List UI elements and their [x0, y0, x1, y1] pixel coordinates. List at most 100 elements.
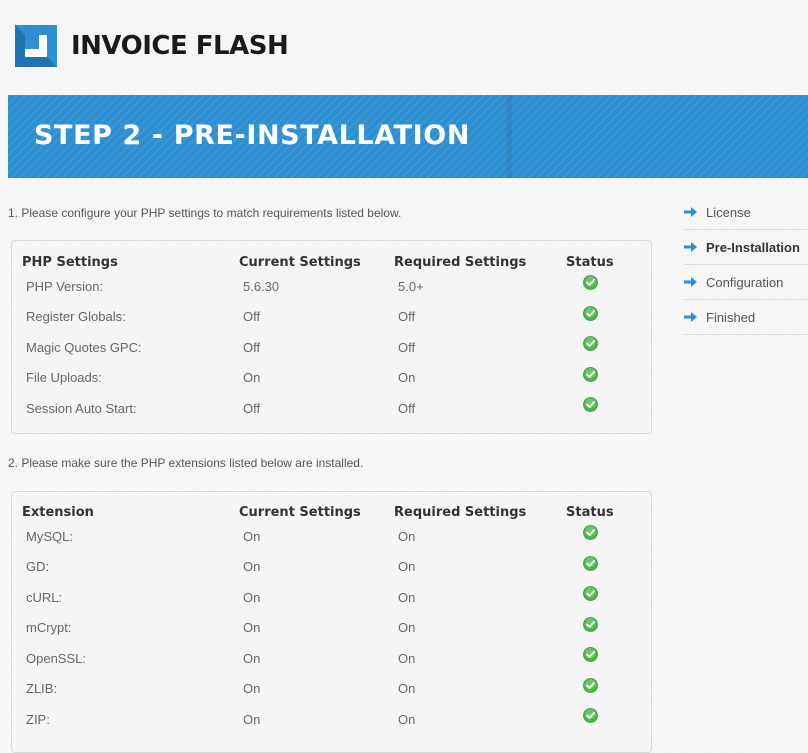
php-settings-instruction: 1. Please configure your PHP settings to… — [8, 206, 402, 220]
check-circle-icon — [583, 336, 598, 352]
logo-icon — [15, 25, 57, 67]
check-circle-icon — [583, 366, 598, 382]
extension-name: GD: — [26, 559, 50, 575]
setting-required: Off — [398, 400, 416, 416]
page-title: STEP 2 - PRE-INSTALLATION — [34, 120, 471, 151]
extension-current: On — [243, 711, 261, 727]
check-circle-icon — [583, 708, 598, 724]
extension-name: ZIP: — [26, 711, 50, 727]
status-cell — [543, 521, 651, 552]
extension-current: On — [243, 559, 261, 575]
extension-required: On — [398, 559, 416, 575]
status-cell — [543, 363, 651, 394]
status-cell — [543, 674, 651, 705]
check-circle-icon — [583, 305, 598, 321]
extension-current: On — [243, 681, 261, 697]
php-extensions-instruction: 2. Please make sure the PHP extensions l… — [8, 456, 364, 470]
status-cell — [543, 613, 651, 644]
extension-name: OpenSSL: — [26, 650, 86, 666]
setting-current: Off — [243, 400, 261, 416]
setting-current: 5.6.30 — [243, 278, 280, 294]
setting-name: Register Globals: — [26, 309, 126, 325]
step-configuration[interactable]: Configuration — [684, 265, 808, 300]
extension-required: On — [398, 589, 416, 605]
header-current-settings: Current Settings — [239, 504, 361, 520]
header-required-settings: Required Settings — [394, 504, 527, 520]
step-banner: STEP 2 - PRE-INSTALLATION — [8, 95, 808, 178]
logo-text: INVOICE FLASH — [71, 31, 289, 61]
extension-current: On — [243, 650, 261, 666]
setting-current: On — [243, 370, 261, 386]
extension-name: cURL: — [26, 589, 63, 605]
extension-required: On — [398, 650, 416, 666]
header-php-settings: PHP Settings — [22, 254, 118, 270]
step-label: License — [706, 204, 751, 220]
check-circle-icon — [583, 677, 598, 693]
arrow-right-icon — [684, 207, 698, 217]
header-extension: Extension — [22, 504, 94, 520]
status-cell — [543, 332, 651, 363]
extension-current: On — [243, 528, 261, 544]
php-extensions-panel: Extension Current Settings Required Sett… — [11, 491, 652, 753]
php-extensions-table: Extension Current Settings Required Sett… — [12, 503, 651, 735]
banner-divider — [506, 95, 512, 178]
table-row: Register Globals: Off Off — [12, 302, 651, 333]
header-status: Status — [566, 254, 614, 270]
status-cell — [543, 552, 651, 583]
table-row: ZIP: On On — [12, 704, 651, 735]
status-cell — [543, 302, 651, 333]
extension-name: ZLIB: — [26, 681, 58, 697]
setting-required: Off — [398, 309, 416, 325]
arrow-right-icon — [684, 242, 698, 252]
check-circle-icon — [583, 525, 598, 541]
app-logo[interactable]: INVOICE FLASH — [15, 25, 289, 67]
table-row: PHP Version: 5.6.30 5.0+ — [12, 271, 651, 302]
check-circle-icon — [583, 397, 598, 413]
setting-name: File Uploads: — [26, 370, 102, 386]
extension-required: On — [398, 528, 416, 544]
setting-name: Session Auto Start: — [26, 400, 137, 416]
table-header-row: PHP Settings Current Settings Required S… — [12, 253, 651, 271]
php-settings-panel: PHP Settings Current Settings Required S… — [11, 240, 652, 434]
status-cell — [543, 393, 651, 424]
status-cell — [543, 704, 651, 735]
table-row: Magic Quotes GPC: Off Off — [12, 332, 651, 363]
table-row: Session Auto Start: Off Off — [12, 393, 651, 424]
extension-required: On — [398, 620, 416, 636]
step-label: Finished — [706, 309, 756, 325]
check-circle-icon — [583, 647, 598, 663]
status-cell — [543, 271, 651, 302]
extension-required: On — [398, 681, 416, 697]
status-cell — [543, 582, 651, 613]
step-pre-installation[interactable]: Pre-Installation — [684, 230, 808, 265]
setting-current: Off — [243, 339, 261, 355]
install-steps-sidebar: License Pre-Installation Configuration F… — [684, 195, 808, 335]
table-row: mCrypt: On On — [12, 613, 651, 644]
extension-name: mCrypt: — [26, 620, 72, 636]
setting-required: Off — [398, 339, 416, 355]
header-status: Status — [566, 504, 614, 520]
table-row: ZLIB: On On — [12, 674, 651, 705]
setting-required: 5.0+ — [398, 278, 424, 294]
setting-name: Magic Quotes GPC: — [26, 339, 142, 355]
step-license[interactable]: License — [684, 195, 808, 230]
extension-name: MySQL: — [26, 528, 73, 544]
php-settings-table: PHP Settings Current Settings Required S… — [12, 253, 651, 424]
setting-current: Off — [243, 309, 261, 325]
table-row: File Uploads: On On — [12, 363, 651, 394]
status-cell — [543, 643, 651, 674]
check-circle-icon — [583, 275, 598, 291]
check-circle-icon — [583, 555, 598, 571]
extension-current: On — [243, 620, 261, 636]
table-row: MySQL: On On — [12, 521, 651, 552]
table-header-row: Extension Current Settings Required Sett… — [12, 503, 651, 521]
table-row: GD: On On — [12, 552, 651, 583]
check-circle-icon — [583, 616, 598, 632]
table-row: cURL: On On — [12, 582, 651, 613]
setting-required: On — [398, 370, 416, 386]
extension-current: On — [243, 589, 261, 605]
arrow-right-icon — [684, 277, 698, 287]
step-label: Configuration — [706, 274, 784, 290]
step-finished[interactable]: Finished — [684, 300, 808, 335]
arrow-right-icon — [684, 312, 698, 322]
